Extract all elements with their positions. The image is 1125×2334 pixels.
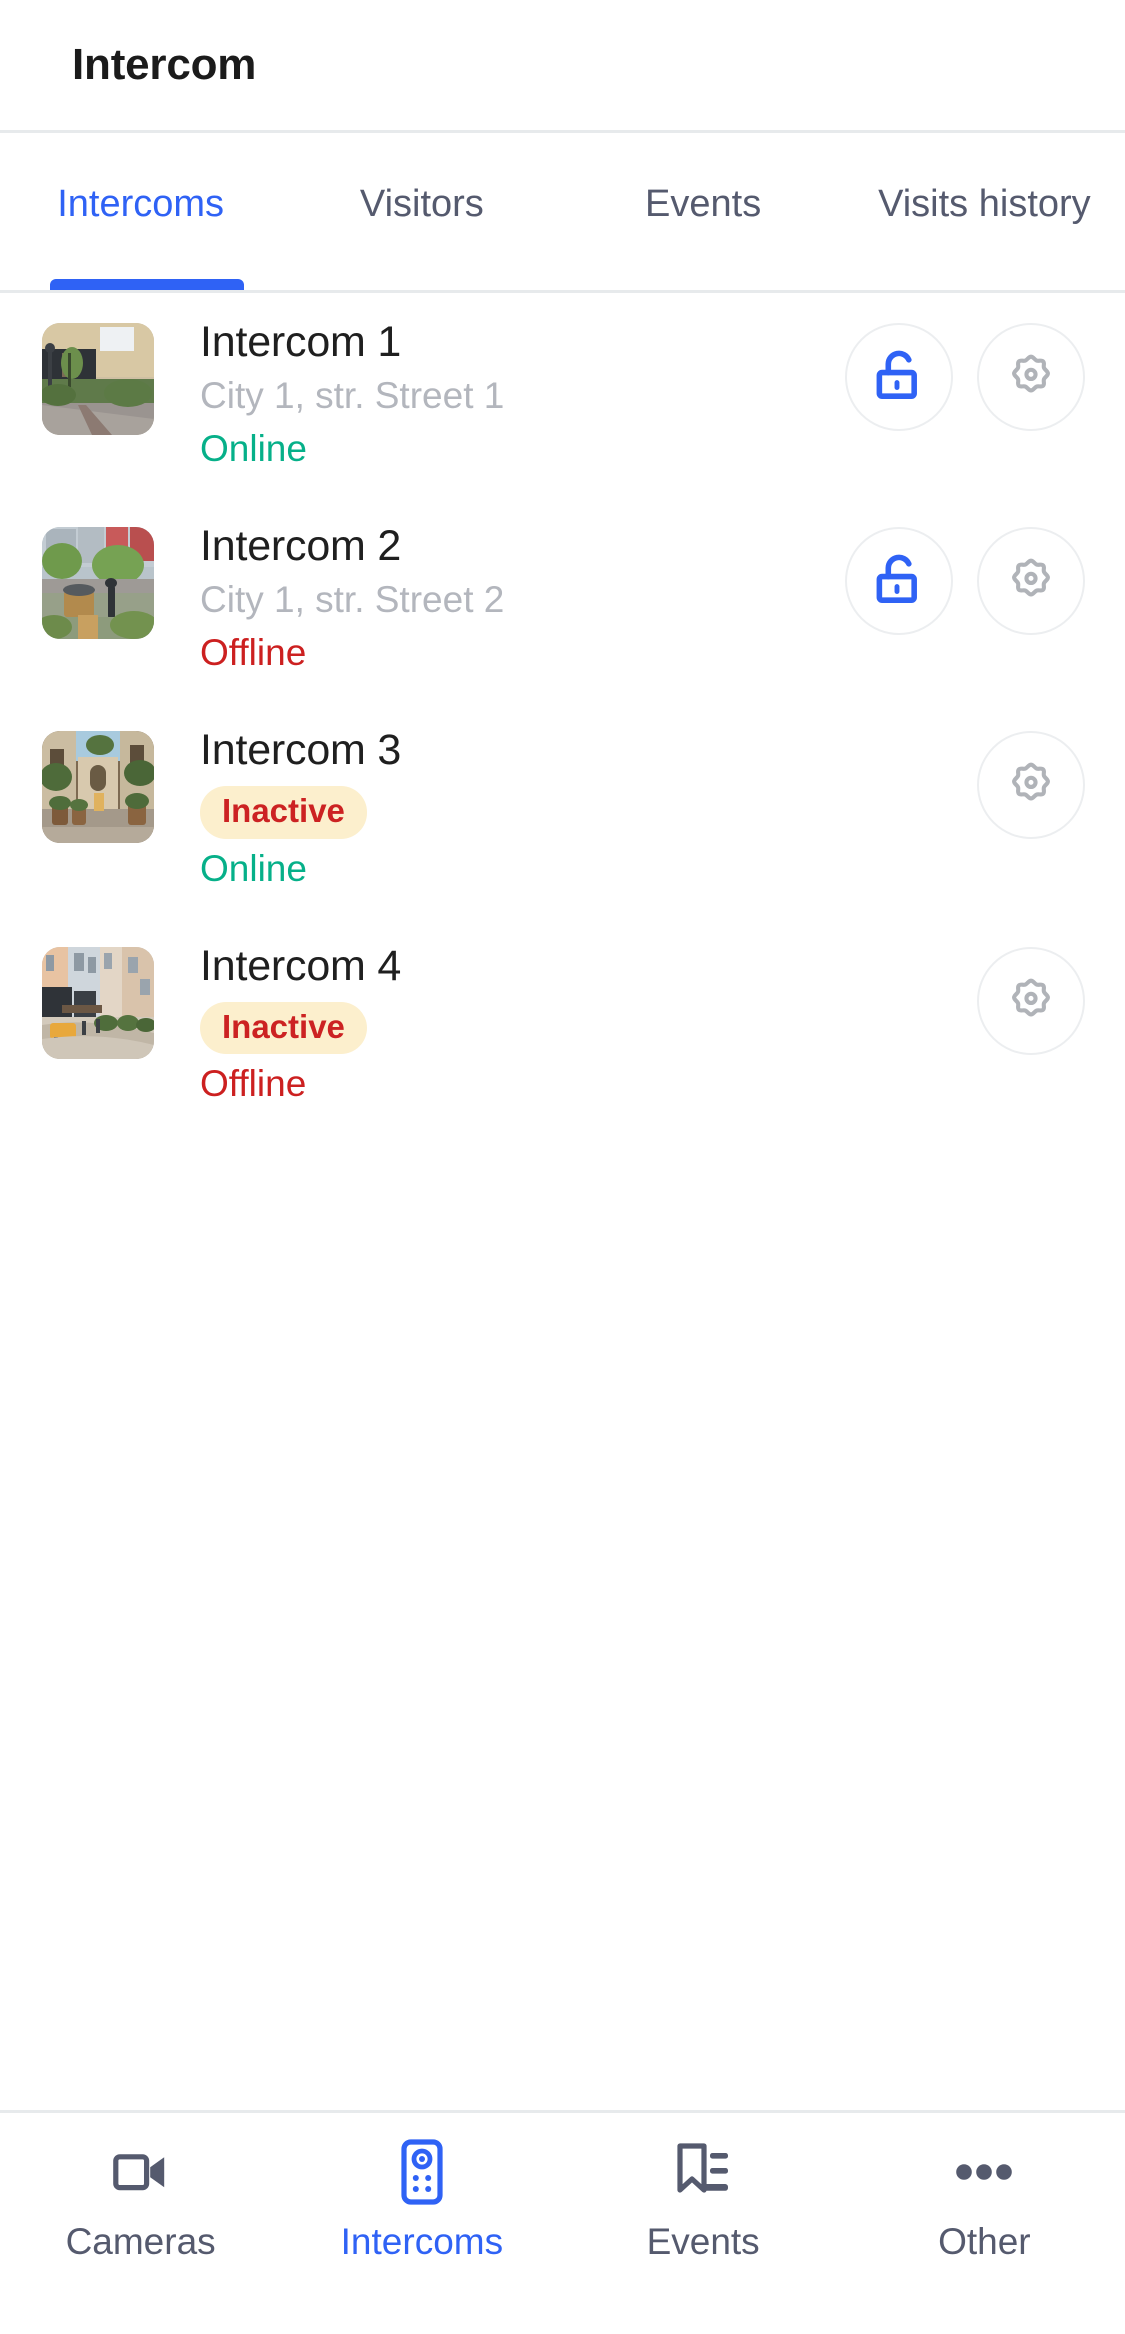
nav-item-other[interactable]: Other [844,2139,1125,2260]
gear-icon [1005,759,1057,811]
badge-wrap: Inactive [200,776,845,839]
settings-button[interactable] [977,323,1085,431]
intercom-name: Intercom 2 [200,522,402,571]
status-text: Offline [200,1063,307,1105]
tab-visitors[interactable]: Visitors [281,133,562,290]
status-text: Offline [200,632,307,674]
nav-label: Cameras [65,2221,216,2262]
intercom-name: Intercom 4 [200,941,402,990]
unlock-button[interactable] [845,527,953,636]
page-title: Intercom [72,40,257,89]
nav-item-events[interactable]: Events [563,2139,844,2260]
nav-label: Events [646,2221,760,2262]
bookmark-list-icon [674,2139,732,2205]
intercom-name: Intercom 3 [200,726,402,775]
gear-icon [1005,975,1057,1027]
unlock-button-placeholder [845,947,953,1055]
gear-icon [1005,555,1057,607]
status-badge: Inactive [200,1001,367,1055]
nav-label: Other [938,2221,1031,2262]
list-item-actions [845,521,1085,636]
tab-events[interactable]: Events [563,133,844,290]
intercom-list: Intercom 1 City 1, str. Street 1 Online [0,293,1125,2110]
badge-wrap: Inactive [200,992,845,1055]
list-item-body: Intercom 1 City 1, str. Street 1 Online [154,317,845,473]
list-item-body: Intercom 4 Inactive Offline [154,941,845,1108]
list-item[interactable]: Intercom 3 Inactive Online [0,701,1125,917]
video-camera-icon [112,2139,169,2205]
list-item-body: Intercom 3 Inactive Online [154,725,845,892]
intercom-2-thumbnail [42,527,154,640]
more-dots-icon [956,2139,1013,2205]
list-item-actions [845,317,1085,431]
status-text: Online [200,428,307,470]
intercom-address: City 1, str. Street 2 [200,578,505,620]
unlock-icon [872,552,926,610]
tab-visits-history[interactable]: Visits history [844,133,1125,290]
gear-icon [1005,351,1057,403]
app-bar: Intercom [0,0,1125,133]
intercom-1-thumbnail [42,323,154,435]
list-item-actions [845,725,1085,840]
list-item-actions [845,941,1085,1055]
active-tab-indicator [50,279,244,290]
intercom-4-thumbnail [42,946,154,1059]
list-item[interactable]: Intercom 2 City 1, str. Street 2 Offline [0,497,1125,702]
tab-bar: Intercoms Visitors Events Visits history [0,133,1125,293]
tab-intercoms[interactable]: Intercoms [0,133,281,290]
intercom-panel-icon [401,2139,443,2205]
list-item-body: Intercom 2 City 1, str. Street 2 Offline [154,521,845,677]
unlock-icon [872,348,926,406]
list-item[interactable]: Intercom 1 City 1, str. Street 1 Online [0,293,1125,498]
intercom-3-thumbnail [42,731,154,844]
settings-button[interactable] [977,731,1085,840]
list-item[interactable]: Intercom 4 Inactive Offline [0,916,1125,1133]
status-badge: Inactive [200,786,367,839]
unlock-button-placeholder [845,731,953,839]
unlock-button[interactable] [845,323,953,431]
settings-button[interactable] [977,527,1085,636]
status-text: Online [200,847,307,889]
nav-label: Intercoms [340,2221,504,2262]
bottom-navigation: Cameras Intercoms Events Other [0,2110,1125,2334]
settings-button[interactable] [977,946,1085,1055]
app-screen: Intercom Intercoms Visitors Events Visit… [0,0,1125,2334]
nav-item-intercoms[interactable]: Intercoms [281,2139,562,2260]
nav-item-cameras[interactable]: Cameras [0,2139,281,2260]
intercom-name: Intercom 1 [200,318,402,366]
intercom-address: City 1, str. Street 1 [200,374,505,416]
